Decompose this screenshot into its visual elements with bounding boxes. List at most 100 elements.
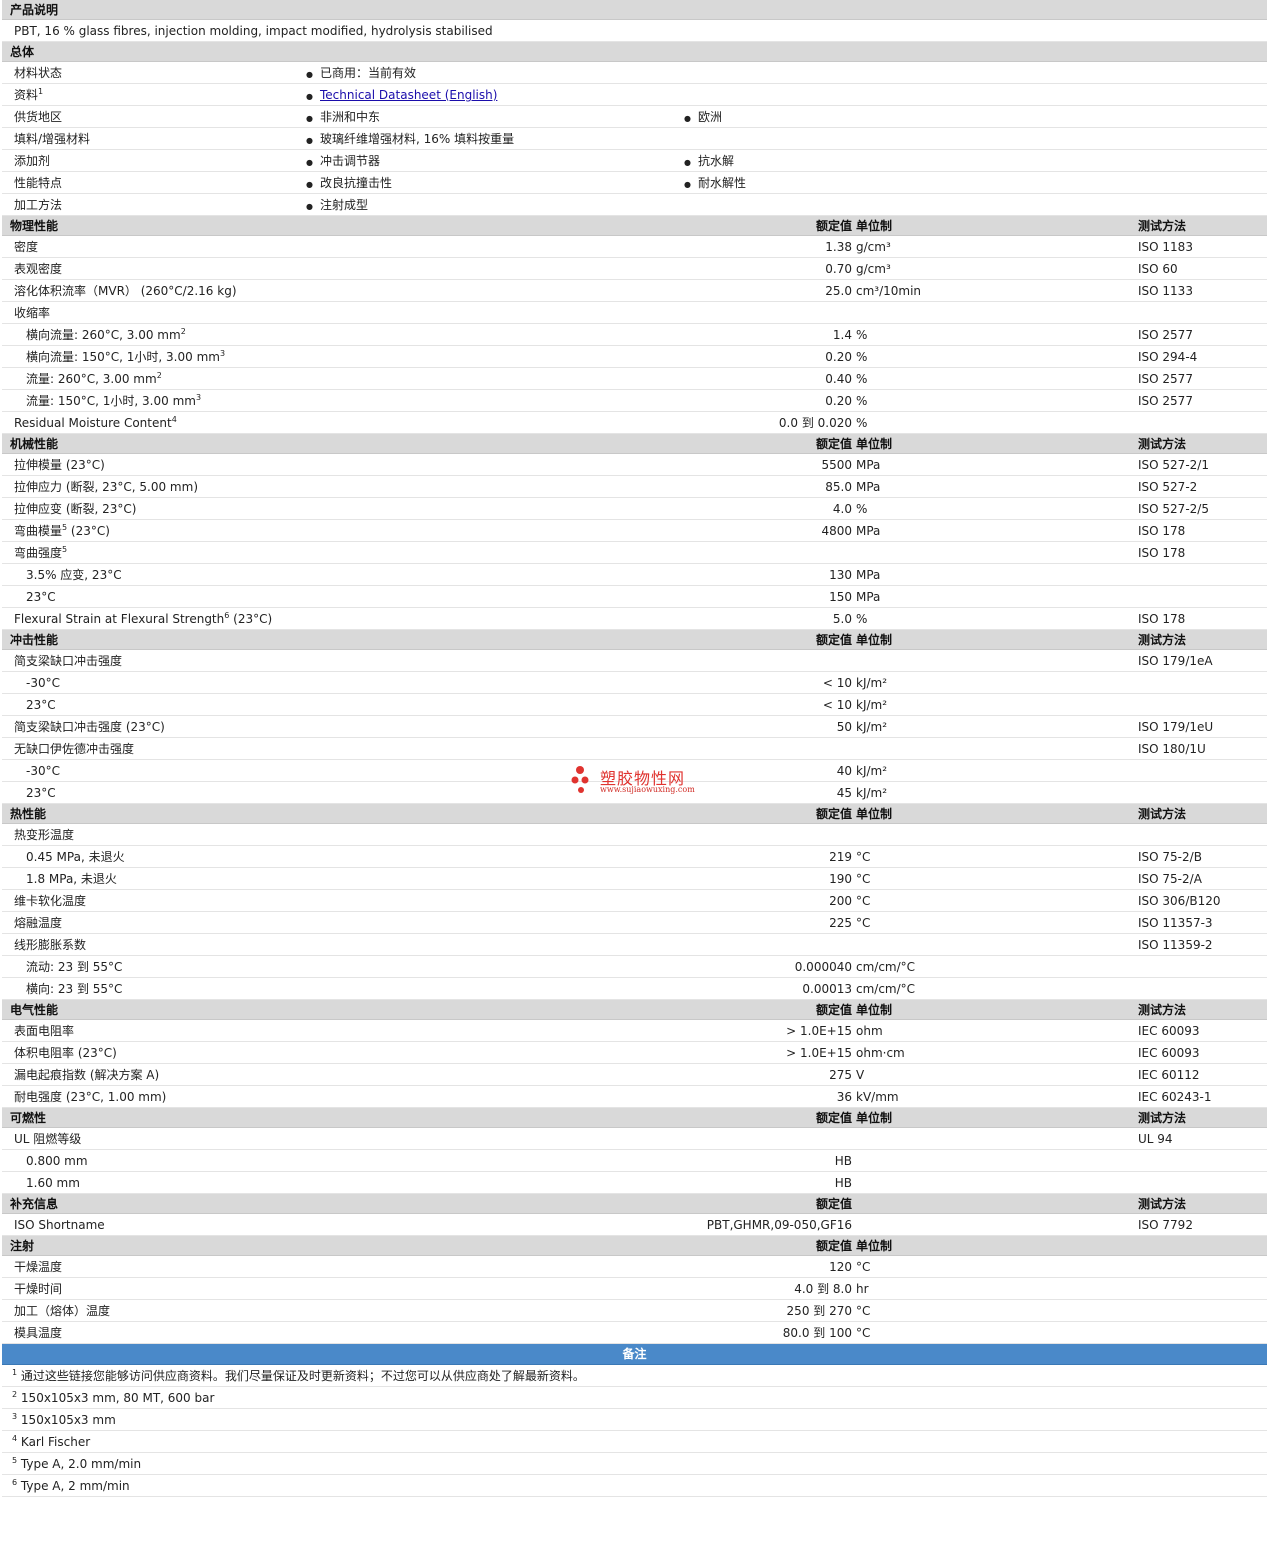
property-label: 23°C xyxy=(26,694,56,716)
property-row: Flexural Strain at Flexural Strength6 (2… xyxy=(2,608,1267,630)
unit: kJ/m² xyxy=(856,676,888,690)
label-text: 添加剂 xyxy=(14,154,51,168)
label-text: 流动: 23 到 55°C xyxy=(26,960,123,974)
property-row: 收缩率 xyxy=(2,302,1267,324)
footnote: 5 Type A, 2.0 mm/min xyxy=(2,1453,1267,1475)
label-text: 横向流量: 150°C, 1小时, 3.00 mm xyxy=(26,350,220,364)
bullet-text: 改良抗撞击性 xyxy=(320,176,393,190)
unit: V xyxy=(856,1068,865,1082)
section-title: 热性能 xyxy=(10,807,47,821)
property-label: 溶化体积流率（MVR） (260°C/2.16 kg) xyxy=(14,280,237,302)
general-row: 添加剂 ● 冲击调节器 ● 抗水解 xyxy=(2,150,1267,172)
property-label: 维卡软化温度 xyxy=(14,890,86,912)
sub-property-row: 流量: 260°C, 3.00 mm2 0.40% ISO 2577 xyxy=(2,368,1267,390)
nominal-value: 120 xyxy=(829,1260,852,1274)
property-label: 1.60 mm xyxy=(26,1172,80,1194)
col-header-value: 额定值 xyxy=(815,437,852,451)
sub-property-row: 23°C 150 MPa xyxy=(2,586,1267,608)
label-text: 弯曲模量 xyxy=(14,524,63,538)
property-label: UL 阻燃等级 xyxy=(14,1128,81,1150)
footnote-text: 6 Type A, 2 mm/min xyxy=(12,1475,130,1497)
label-condition: (23°C) xyxy=(229,612,273,626)
property-label: 材料状态 xyxy=(14,62,62,84)
footnote-ref: 3 xyxy=(195,393,202,402)
unit: ohm·cm xyxy=(856,1046,905,1060)
test-method: ISO 1133 xyxy=(1138,284,1193,298)
col-header-test-method: 测试方法 xyxy=(1138,1111,1187,1125)
property-row: 干燥时间 4.0 到 8.0 hr xyxy=(2,1278,1267,1300)
watermark-url: www.sujiaowuxing.com xyxy=(600,785,695,794)
bullet-icon: ● xyxy=(306,136,313,145)
col-header-value: 额定值 xyxy=(815,633,852,647)
property-label: 热变形温度 xyxy=(14,824,74,846)
test-method: ISO 11357-3 xyxy=(1138,916,1213,930)
label-text: 线形膨胀系数 xyxy=(14,938,87,952)
property-row: 弯曲模量5 (23°C) 4800 MPa ISO 178 xyxy=(2,520,1267,542)
datasheet-link[interactable]: Technical Datasheet (English) xyxy=(320,88,497,102)
bullet-item: ● 耐水解性 xyxy=(684,172,746,196)
col-header-value: 额定值 xyxy=(815,1197,852,1211)
nominal-value: 0.20 xyxy=(825,394,852,408)
unit: kV/mm xyxy=(856,1090,899,1104)
property-label: -30°C xyxy=(26,760,60,782)
footnote-ref: 1 xyxy=(38,87,44,96)
label-text: 简支梁缺口冲击强度 (23°C) xyxy=(14,720,165,734)
section-header: 产品说明 xyxy=(2,0,1267,20)
sub-property-row: 1.8 MPa, 未退火 190 °C ISO 75-2/A xyxy=(2,868,1267,890)
logo-dots-icon xyxy=(571,766,589,793)
section-header: 电气性能 额定值 单位制 测试方法 xyxy=(2,1000,1267,1020)
sub-property-row: 横向流量: 150°C, 1小时, 3.00 mm3 0.20% ISO 294-4 xyxy=(2,346,1267,368)
property-row: 溶化体积流率（MVR） (260°C/2.16 kg) 25.0 cm³/10min… xyxy=(2,280,1267,302)
section-header: 机械性能 额定值 单位制 测试方法 xyxy=(2,434,1267,454)
nominal-value: 36 xyxy=(836,1090,852,1104)
property-label: 弯曲模量5 (23°C) xyxy=(14,520,110,542)
footnote: 4 Karl Fischer xyxy=(2,1431,1267,1453)
col-header-value: 额定值 xyxy=(815,807,852,821)
property-row: 耐电强度 (23°C, 1.00 mm) 36 kV/mm IEC 60243-1 xyxy=(2,1086,1267,1108)
nominal-value: 1.4 xyxy=(832,328,852,342)
nominal-value: 40 xyxy=(836,764,852,778)
label-text: 溶化体积流率（MVR） (260°C/2.16 kg) xyxy=(14,284,237,298)
bullet-icon: ● xyxy=(306,158,313,167)
label-text: 表观密度 xyxy=(14,262,63,276)
property-label: 横向: 23 到 55°C xyxy=(26,978,122,1000)
nominal-value: 4.0 xyxy=(832,502,852,516)
label-text: 拉伸应变 (断裂, 23°C) xyxy=(14,502,137,516)
property-label: 无缺口伊佐德冲击强度 xyxy=(14,738,134,760)
label-text: 资料 xyxy=(14,88,39,102)
section-title: 注射 xyxy=(10,1239,35,1253)
bullet-item[interactable]: ● Technical Datasheet (English) xyxy=(306,84,497,108)
bullet-text: 非洲和中东 xyxy=(320,110,381,124)
col-header-unit: 单位制 xyxy=(856,1239,893,1253)
test-method: ISO 527-2/5 xyxy=(1138,502,1209,516)
label-text: -30°C xyxy=(26,676,60,690)
label-text: 体积电阻率 (23°C) xyxy=(14,1046,117,1060)
label-text: 加工（熔体）温度 xyxy=(14,1304,111,1318)
unit: cm³/10min xyxy=(856,284,922,298)
nominal-value: 130 xyxy=(829,568,852,582)
section-title: 补充信息 xyxy=(10,1197,59,1211)
property-label: 0.45 MPa, 未退火 xyxy=(26,846,125,868)
property-row: 线形膨胀系数 ISO 11359-2 xyxy=(2,934,1267,956)
nominal-value: 0.0 到 0.020 xyxy=(778,416,852,430)
unit: °C xyxy=(856,894,871,908)
property-label: 体积电阻率 (23°C) xyxy=(14,1042,117,1064)
property-row: 模具温度 80.0 到 100 °C xyxy=(2,1322,1267,1344)
footnote-number: 1 xyxy=(12,1368,18,1377)
label-text: 漏电起痕指数 (解决方案 A) xyxy=(14,1068,160,1082)
label-text: 23°C xyxy=(26,786,56,800)
property-row: 简支梁缺口冲击强度 ISO 179/1eA xyxy=(2,650,1267,672)
unit: g/cm³ xyxy=(856,240,891,254)
col-header-unit: 单位制 xyxy=(856,633,893,647)
label-text: 23°C xyxy=(26,698,56,712)
footnote-ref: 2 xyxy=(156,371,162,380)
nominal-value: < 10 xyxy=(822,676,852,690)
unit: MPa xyxy=(856,590,881,604)
col-header-value: 额定值 xyxy=(815,1111,852,1125)
nominal-value: HB xyxy=(834,1154,852,1168)
unit: °C xyxy=(856,872,871,886)
label-text: 维卡软化温度 xyxy=(14,894,87,908)
nominal-value: 0.40 xyxy=(825,372,852,386)
test-method: ISO 179/1eA xyxy=(1138,654,1213,668)
unit: MPa xyxy=(856,458,881,472)
